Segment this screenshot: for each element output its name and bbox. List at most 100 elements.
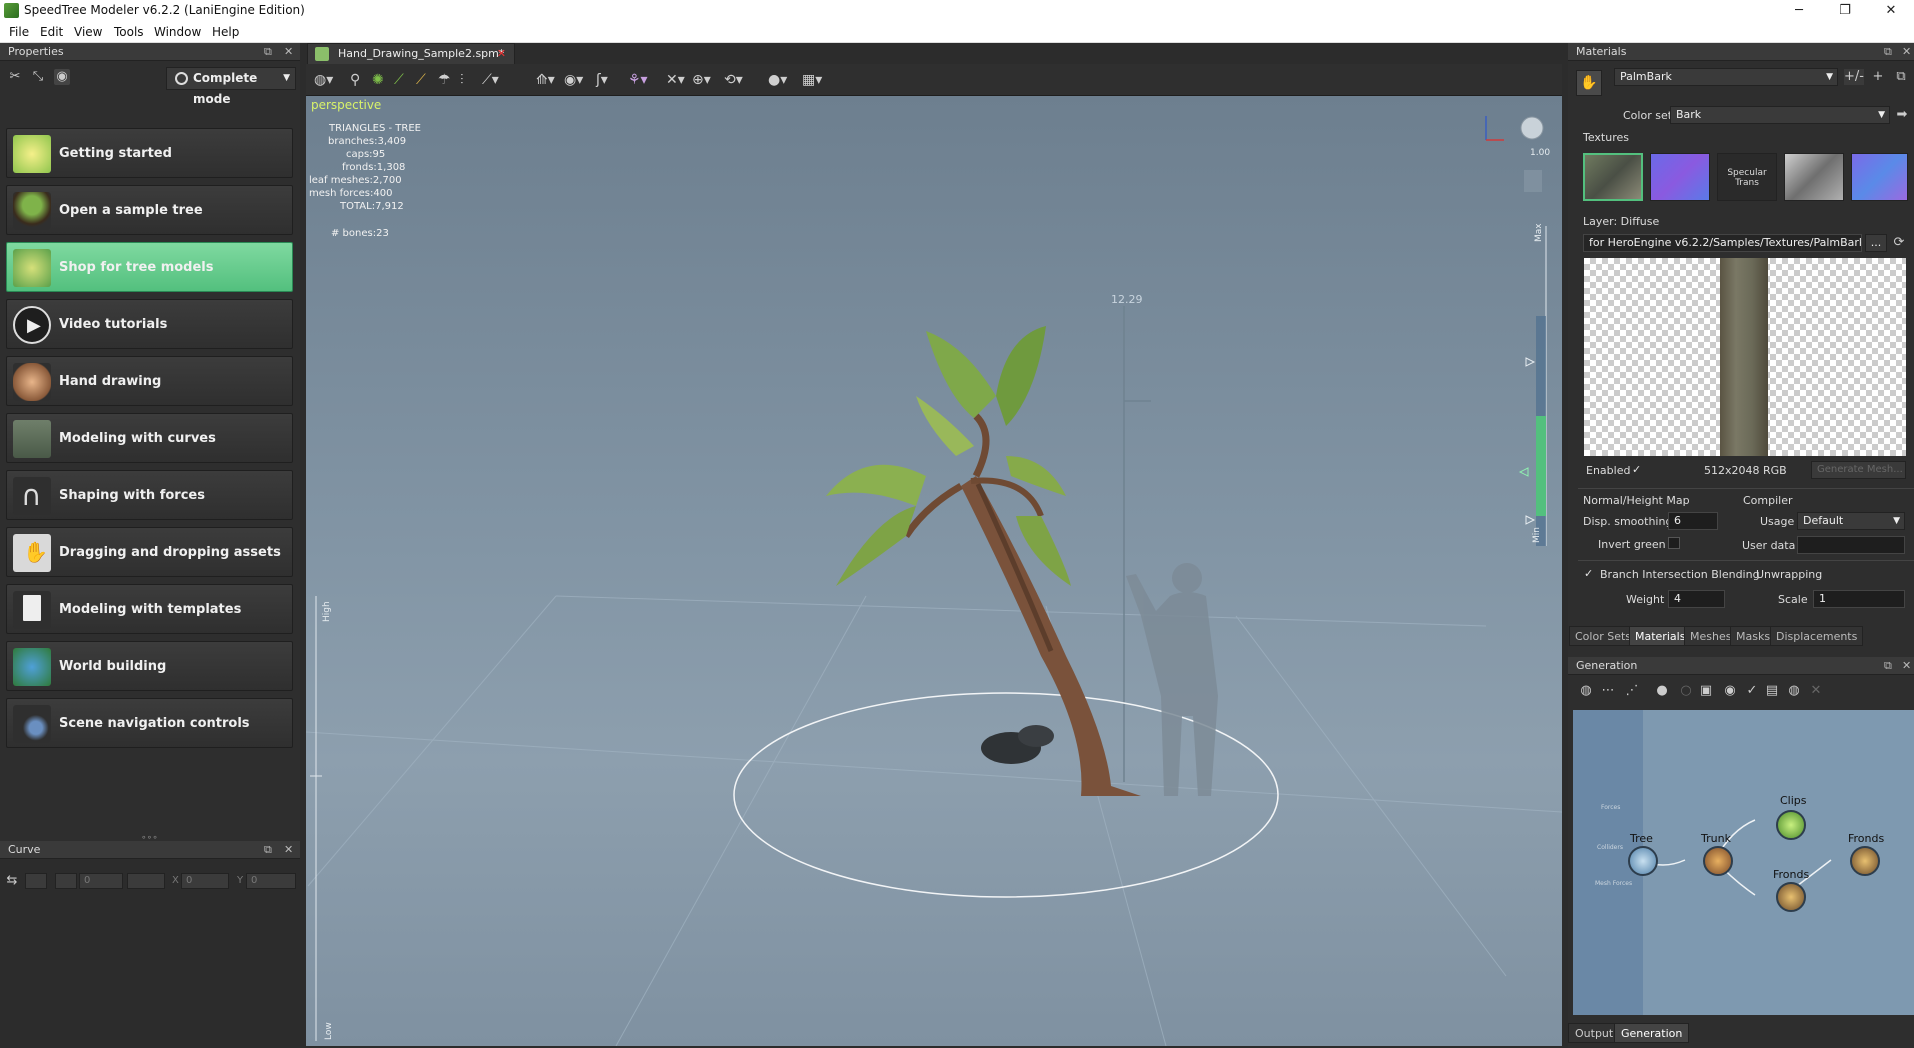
tutorial-shaping-forces[interactable]: ∩ Shaping with forces: [6, 470, 293, 520]
user-data-field[interactable]: [1797, 536, 1905, 554]
texture-path-field[interactable]: for HeroEngine v6.2.2/Samples/Textures/P…: [1583, 234, 1862, 252]
tutorial-shop-tree-models[interactable]: Shop for tree models: [6, 242, 293, 292]
float-panel-icon[interactable]: ⧉: [264, 841, 272, 859]
tab-materials[interactable]: Materials: [1629, 626, 1692, 646]
browse-button[interactable]: ...: [1865, 234, 1887, 252]
axis-gizmo[interactable]: [1485, 116, 1504, 141]
eye-toggle-icon[interactable]: ◉: [1722, 683, 1738, 699]
float-panel-icon[interactable]: ⧉: [1884, 43, 1892, 61]
palm-tree[interactable]: [826, 326, 1141, 796]
grow-tool-icon[interactable]: ⟰▾: [536, 72, 555, 88]
tab-output[interactable]: Output: [1568, 1023, 1621, 1043]
camera-icon[interactable]: [1524, 170, 1542, 192]
texture-specular-thumb[interactable]: Specular Trans: [1717, 153, 1777, 201]
weight-field[interactable]: 4: [1668, 590, 1725, 608]
tutorial-getting-started[interactable]: Getting started: [6, 128, 293, 178]
menu-help[interactable]: Help: [212, 25, 239, 39]
trunk-node[interactable]: [1703, 846, 1733, 876]
curve-preset-button[interactable]: [25, 873, 47, 889]
close-tab-icon[interactable]: ✕: [497, 44, 506, 64]
sphere-arrow-icon[interactable]: ◍: [1786, 683, 1802, 699]
enabled-checkbox[interactable]: ✓: [1632, 463, 1641, 476]
gift-node-icon[interactable]: ▣: [1698, 683, 1714, 699]
material-select[interactable]: PalmBark ▼: [1614, 68, 1838, 86]
generate-mesh-button[interactable]: Generate Mesh...: [1811, 461, 1906, 479]
umbrella-tool-icon[interactable]: ☂: [438, 72, 451, 88]
menu-tools[interactable]: Tools: [114, 25, 144, 39]
tutorial-drag-drop-assets[interactable]: ✋ Dragging and dropping assets: [6, 527, 293, 577]
layout-tool-icon[interactable]: ▦▾: [802, 72, 822, 88]
view-options-icon[interactable]: ◍▾: [314, 72, 333, 88]
tutorial-open-sample-tree[interactable]: Open a sample tree: [6, 185, 293, 235]
branch-tool-icon[interactable]: ⟋: [416, 72, 426, 88]
select-tool-icon[interactable]: ✂: [7, 69, 23, 85]
menu-view[interactable]: View: [74, 25, 102, 39]
slider-handle-lower[interactable]: [1525, 515, 1536, 525]
texture-diffuse-thumb[interactable]: [1583, 153, 1643, 201]
node-tool-icon[interactable]: ⚲: [350, 72, 360, 88]
tutorial-world-building[interactable]: World building: [6, 641, 293, 691]
branch-blend-checkbox[interactable]: ✓: [1584, 567, 1593, 580]
fronds-node[interactable]: [1776, 882, 1806, 912]
light-tool-icon[interactable]: ⚘▾: [628, 72, 648, 88]
3d-viewport[interactable]: perspective TRIANGLES - TREE branches:3,…: [306, 96, 1562, 1046]
color-set-arrow-icon[interactable]: ➡: [1894, 107, 1910, 123]
tree-node[interactable]: [1628, 846, 1658, 876]
menu-window[interactable]: Window: [154, 25, 201, 39]
slider-handle-upper[interactable]: [1525, 357, 1536, 367]
draw-tool-icon[interactable]: ⟋▾: [482, 72, 499, 88]
clips-node[interactable]: [1776, 810, 1806, 840]
tab-document[interactable]: Hand_Drawing_Sample2.spm* ✕: [307, 43, 515, 64]
curve-copy-button[interactable]: [55, 873, 77, 889]
copy-material-icon[interactable]: ⧉: [1893, 69, 1909, 85]
tutorial-modeling-curves[interactable]: Modeling with curves: [6, 413, 293, 463]
usage-select[interactable]: Default ▼: [1797, 512, 1905, 530]
texture-normal-thumb[interactable]: [1650, 153, 1710, 201]
close-panel-icon[interactable]: ✕: [284, 43, 293, 61]
color-set-select[interactable]: Bark ▼: [1670, 106, 1890, 124]
curve-value-field[interactable]: 0: [79, 873, 123, 889]
scale-field[interactable]: 1: [1813, 590, 1905, 608]
menu-file[interactable]: File: [9, 25, 29, 39]
leaf-tool-icon[interactable]: ✺: [372, 72, 384, 88]
float-panel-icon[interactable]: ⧉: [1884, 657, 1892, 675]
menu-edit[interactable]: Edit: [40, 25, 63, 39]
layout-nodes-icon[interactable]: ⋯: [1600, 683, 1616, 699]
frond-tool-icon[interactable]: ⟋: [394, 72, 404, 88]
transform-tool-icon[interactable]: ✕▾: [666, 72, 685, 88]
delete-node-icon[interactable]: ✕: [1808, 683, 1824, 699]
maximize-button[interactable]: ❐: [1822, 0, 1868, 22]
tutorial-video-tutorials[interactable]: ▶ Video tutorials: [6, 299, 293, 349]
material-hand-icon[interactable]: ✋: [1576, 70, 1602, 96]
minimize-button[interactable]: ─: [1776, 0, 1822, 22]
tutorial-scene-navigation[interactable]: Scene navigation controls: [6, 698, 293, 748]
mode-dropdown[interactable]: Complete mode ▼: [166, 67, 296, 106]
help-cursor-icon[interactable]: ⤡: [30, 69, 46, 85]
hand-draw-tool-icon[interactable]: ʃ▾: [596, 72, 608, 88]
texture-gloss-thumb[interactable]: [1784, 153, 1844, 201]
slider-handle-active[interactable]: [1518, 467, 1529, 477]
close-panel-icon[interactable]: ✕: [1902, 657, 1911, 675]
add-material-icon[interactable]: +: [1870, 69, 1886, 85]
light-sphere-icon[interactable]: [1520, 116, 1544, 140]
eye-icon[interactable]: ◉: [54, 69, 70, 85]
add-node-icon[interactable]: ◍: [1578, 683, 1594, 699]
curve-tool-icon[interactable]: ⇆: [4, 873, 20, 889]
fronds-node-2[interactable]: [1850, 846, 1880, 876]
close-panel-icon[interactable]: ✕: [284, 841, 293, 859]
float-panel-icon[interactable]: ⧉: [264, 43, 272, 61]
curve-shape-button[interactable]: [127, 873, 165, 889]
move-tool-icon[interactable]: ⊕▾: [692, 72, 711, 88]
tutorial-modeling-templates[interactable]: Modeling with templates: [6, 584, 293, 634]
check-icon[interactable]: ✓: [1744, 683, 1760, 699]
disp-smoothing-field[interactable]: 6: [1668, 512, 1718, 530]
spine-tool-icon[interactable]: ⫶: [460, 72, 464, 88]
lock-icon[interactable]: ▤: [1764, 683, 1780, 699]
rotate-tool-icon[interactable]: ⟲▾: [724, 72, 743, 88]
tab-displacements[interactable]: Displacements: [1770, 626, 1864, 646]
curve-x-field[interactable]: 0: [181, 873, 229, 889]
invert-green-checkbox[interactable]: [1668, 537, 1680, 549]
shading-tool-icon[interactable]: ●▾: [768, 72, 787, 88]
sphere-node-icon[interactable]: ●: [1654, 683, 1670, 699]
close-panel-icon[interactable]: ✕: [1902, 43, 1911, 61]
